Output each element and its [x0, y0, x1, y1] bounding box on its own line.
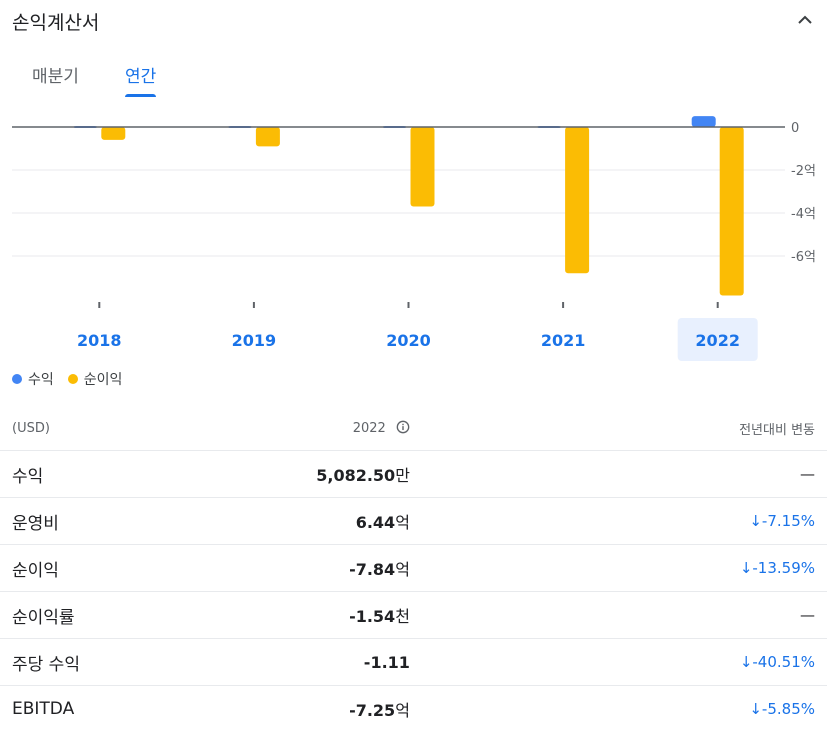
- row-value: 6.44억: [134, 498, 682, 545]
- row-value-unit: 천: [395, 607, 410, 626]
- year-header-label: 2022: [353, 421, 386, 436]
- arrow-down-icon: ↓: [740, 559, 753, 577]
- table-header-row: (USD) 2022 전년대비 변동: [0, 406, 827, 451]
- tab-quarterly[interactable]: 매분기: [32, 62, 79, 93]
- chart-legend: 수익 순이익: [12, 368, 136, 390]
- arrow-down-icon: ↓: [749, 700, 762, 718]
- period-tabs: 매분기 연간: [0, 62, 827, 102]
- x-tick-label: 2020: [386, 331, 431, 350]
- row-value: 5,082.50만: [134, 451, 682, 498]
- bar-revenue: [692, 116, 716, 127]
- row-value: -1.11: [134, 639, 682, 686]
- change-header: 전년대비 변동: [682, 406, 827, 451]
- row-change-value: —: [800, 606, 815, 624]
- y-tick-label: 0: [791, 121, 799, 136]
- row-change: ↓-5.85%: [682, 686, 827, 732]
- financial-table: (USD) 2022 전년대비 변동 수익 5,082.50만 — 운영비 6.…: [0, 406, 827, 732]
- legend-label-net-income: 순이익: [84, 369, 123, 389]
- row-value-number: 6.44: [356, 513, 395, 532]
- row-value-number: -1.54: [349, 607, 395, 626]
- tab-quarterly-label: 매분기: [32, 67, 79, 87]
- x-tick-label: 2022: [695, 331, 740, 350]
- row-value: -1.54천: [134, 592, 682, 639]
- row-change: —: [682, 451, 827, 498]
- table-row: 순이익 -7.84억 ↓-13.59%: [0, 545, 827, 592]
- tab-annual[interactable]: 연간: [125, 62, 156, 93]
- row-label: 순이익: [0, 545, 134, 592]
- chevron-up-icon: [793, 8, 817, 32]
- currency-header: (USD): [0, 406, 134, 451]
- row-label: 운영비: [0, 498, 134, 545]
- table-row: 주당 수익 -1.11 ↓-40.51%: [0, 639, 827, 686]
- row-value-unit: 억: [395, 560, 410, 579]
- row-label: EBITDA: [0, 686, 134, 732]
- legend-label-revenue: 수익: [28, 369, 54, 389]
- card-header: 손익계산서: [12, 8, 827, 38]
- bar-net-income: [256, 127, 280, 146]
- tab-active-underline: [125, 94, 156, 97]
- row-value-number: -7.25: [349, 701, 395, 720]
- table-row: 순이익률 -1.54천 —: [0, 592, 827, 639]
- row-change-value: -13.59%: [752, 559, 815, 577]
- arrow-down-icon: ↓: [749, 512, 762, 530]
- legend-item-net-income: 순이익: [68, 369, 123, 389]
- info-icon[interactable]: [396, 420, 410, 434]
- income-bar-chart: 0 -2억 -4억 -6억 2018 2019 2020 2021 2022: [0, 108, 827, 363]
- table-row: 운영비 6.44억 ↓-7.15%: [0, 498, 827, 545]
- row-value-unit: 억: [395, 513, 410, 532]
- y-tick-label: -2억: [791, 164, 816, 179]
- row-change-value: -40.51%: [752, 653, 815, 671]
- arrow-down-icon: ↓: [740, 653, 753, 671]
- row-value-number: 5,082.50: [316, 466, 395, 485]
- row-change-value: —: [800, 465, 815, 483]
- section-title: 손익계산서: [12, 8, 99, 35]
- row-label: 수익: [0, 451, 134, 498]
- row-change: ↓-7.15%: [682, 498, 827, 545]
- row-value-number: -1.11: [364, 653, 410, 672]
- table-row: EBITDA -7.25억 ↓-5.85%: [0, 686, 827, 732]
- row-value: -7.84억: [134, 545, 682, 592]
- year-header: 2022: [134, 406, 682, 451]
- row-value-unit: 억: [395, 701, 410, 720]
- legend-dot-net-income: [68, 374, 78, 384]
- y-tick-label: -4억: [791, 207, 816, 222]
- x-tick-label: 2018: [77, 331, 122, 350]
- tab-annual-label: 연간: [125, 67, 156, 87]
- row-value-unit: 만: [395, 466, 410, 485]
- table-row: 수익 5,082.50만 —: [0, 451, 827, 498]
- row-change: ↓-40.51%: [682, 639, 827, 686]
- row-change-value: -7.15%: [762, 512, 815, 530]
- x-tick-label: 2019: [232, 331, 277, 350]
- bar-net-income: [101, 127, 125, 140]
- legend-dot-revenue: [12, 374, 22, 384]
- row-label: 주당 수익: [0, 639, 134, 686]
- row-value: -7.25억: [134, 686, 682, 732]
- row-label: 순이익률: [0, 592, 134, 639]
- row-change-value: -5.85%: [762, 700, 815, 718]
- bar-net-income: [565, 127, 589, 273]
- y-tick-label: -6억: [791, 250, 816, 265]
- row-change: —: [682, 592, 827, 639]
- collapse-button[interactable]: [793, 8, 817, 32]
- legend-item-revenue: 수익: [12, 369, 54, 389]
- bar-net-income: [411, 127, 435, 207]
- row-value-number: -7.84: [349, 560, 395, 579]
- x-tick-label: 2021: [541, 331, 586, 350]
- bar-net-income: [720, 127, 744, 296]
- row-change: ↓-13.59%: [682, 545, 827, 592]
